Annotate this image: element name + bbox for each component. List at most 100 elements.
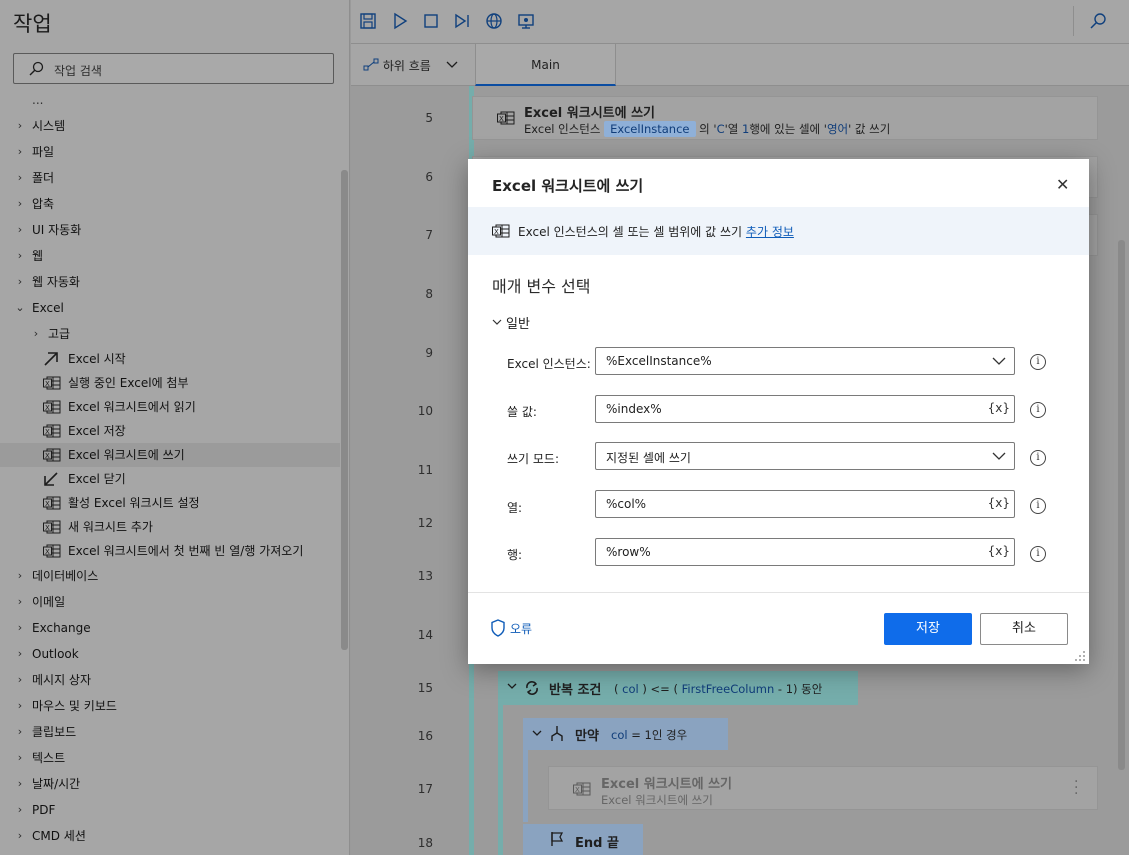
close-icon[interactable]: ✕ <box>1056 175 1069 194</box>
action-write-worksheet[interactable]: X Excel 워크시트에 쓰기 <box>0 443 340 467</box>
run-icon[interactable] <box>391 12 409 30</box>
learn-more-link[interactable]: 추가 정보 <box>746 225 794 239</box>
tree-item-email[interactable]: › 이메일 <box>0 589 340 615</box>
save-icon[interactable] <box>359 12 377 30</box>
branch-icon <box>551 726 563 741</box>
info-icon[interactable]: i <box>1030 546 1046 562</box>
tree-item-excel[interactable]: ⌄ Excel <box>0 295 340 321</box>
excel-icon: X <box>43 424 61 438</box>
loop-icon <box>526 681 538 695</box>
row-input[interactable]: %row% {x} <box>595 538 1015 566</box>
flag-icon <box>551 832 564 846</box>
chevron-right-icon: › <box>33 327 39 340</box>
param-label-value: 쓸 값: <box>507 405 537 419</box>
errors-toggle[interactable]: 오류 <box>490 619 532 637</box>
chevron-right-icon: › <box>17 275 23 288</box>
actions-scrollbar[interactable] <box>341 170 348 650</box>
chevron-down-icon <box>532 730 542 736</box>
resize-grip-icon[interactable] <box>1074 650 1086 662</box>
web-recorder-icon[interactable] <box>485 12 503 30</box>
tree-item-excel-advanced[interactable]: › 고급 <box>0 321 340 347</box>
excel-icon: X <box>43 496 61 510</box>
more-options-icon[interactable]: · · · <box>1074 775 1078 801</box>
chevron-right-icon: › <box>17 673 23 686</box>
tree-item-partial: ... <box>32 93 44 107</box>
action-close-excel[interactable]: Excel 닫기 <box>0 467 340 491</box>
stop-icon[interactable] <box>422 12 440 30</box>
line-number: 5 <box>425 111 433 125</box>
action-set-active-worksheet[interactable]: X 활성 Excel 워크시트 설정 <box>0 491 340 515</box>
variable-picker-button[interactable]: {x} <box>988 496 1010 510</box>
action-search-input[interactable]: 작업 검색 <box>13 53 334 84</box>
tree-item-web-automation[interactable]: › 웹 자동화 <box>0 269 340 295</box>
param-label-excel-instance: Excel 인스턴스: <box>507 357 591 371</box>
svg-text:X: X <box>45 428 50 436</box>
tree-item-message-boxes[interactable]: › 메시지 상자 <box>0 667 340 693</box>
cancel-button[interactable]: 취소 <box>980 613 1068 645</box>
subflows-dropdown[interactable]: 하위 흐름 <box>363 57 459 74</box>
flow-step-write-worksheet-disabled[interactable]: X Excel 워크시트에 쓰기 Excel 워크시트에 쓰기 · · · <box>548 766 1098 810</box>
tree-item-datetime[interactable]: › 날짜/시간 <box>0 771 340 797</box>
step-description: Excel 인스턴스 ExcelInstance 의 'C'열 1행에 있는 셀… <box>524 121 891 137</box>
desktop-recorder-icon[interactable] <box>517 12 535 30</box>
write-mode-select[interactable]: 지정된 셀에 쓰기 <box>595 442 1015 470</box>
subflows-label: 하위 흐름 <box>382 59 431 73</box>
chevron-down-icon <box>992 452 1006 460</box>
loop-body-gutter <box>498 705 503 855</box>
tree-item-text[interactable]: › 텍스트 <box>0 745 340 771</box>
actions-pane: 작업 작업 검색 ... › 시스템 › 파일 › 폴더 › 압축 › UI 자동화 › 웹… <box>0 0 350 855</box>
info-icon[interactable]: i <box>1030 354 1046 370</box>
variable-picker-button[interactable]: {x} <box>988 544 1010 558</box>
save-button[interactable]: 저장 <box>884 613 972 645</box>
excel-instance-select[interactable]: %ExcelInstance% <box>595 347 1015 375</box>
tree-item-mouse-keyboard[interactable]: › 마우스 및 키보드 <box>0 693 340 719</box>
svg-text:X: X <box>45 500 50 508</box>
tree-item-database[interactable]: › 데이터베이스 <box>0 563 340 589</box>
info-icon[interactable]: i <box>1030 450 1046 466</box>
step-icon[interactable] <box>453 12 471 30</box>
excel-icon: X <box>43 400 61 414</box>
chevron-down-icon <box>446 61 458 68</box>
if-condition-row[interactable]: 만약 col = 1인 경우 <box>523 718 728 750</box>
action-attach-excel[interactable]: X 실행 중인 Excel에 첨부 <box>0 371 340 395</box>
line-number: 10 <box>417 404 433 418</box>
chevron-right-icon: › <box>17 621 23 634</box>
section-title: 매개 변수 선택 <box>492 277 591 296</box>
action-get-first-free-column-row[interactable]: X Excel 워크시트에서 첫 번째 빈 열/행 가져오기 <box>0 539 340 563</box>
line-number: 16 <box>417 729 433 743</box>
canvas-scrollbar[interactable] <box>1118 240 1125 770</box>
chevron-right-icon: › <box>17 171 23 184</box>
tree-item-pdf[interactable]: › PDF <box>0 797 340 823</box>
chevron-right-icon: › <box>17 777 23 790</box>
value-to-write-input[interactable]: %index% {x} <box>595 395 1015 423</box>
line-number: 13 <box>417 569 433 583</box>
tree-item-file[interactable]: › 파일 <box>0 139 340 165</box>
loop-condition-row[interactable]: 반복 조건 ( col ) <= ( FirstFreeColumn - 1) … <box>498 671 858 705</box>
tree-item-ui-automation[interactable]: › UI 자동화 <box>0 217 340 243</box>
line-number: 18 <box>417 836 433 850</box>
tree-item-folder[interactable]: › 폴더 <box>0 165 340 191</box>
column-input[interactable]: %col% {x} <box>595 490 1015 518</box>
info-text: Excel 인스턴스의 셀 또는 셀 범위에 값 쓰기 <box>518 225 743 239</box>
search-icon[interactable] <box>1089 12 1107 30</box>
tree-item-clipboard[interactable]: › 클립보드 <box>0 719 340 745</box>
line-number: 14 <box>417 628 433 642</box>
action-add-worksheet[interactable]: X 새 워크시트 추가 <box>0 515 340 539</box>
tree-item-system[interactable]: › 시스템 <box>0 113 340 139</box>
tree-item-web[interactable]: › 웹 <box>0 243 340 269</box>
flow-step-write-worksheet[interactable]: X Excel 워크시트에 쓰기 Excel 인스턴스 ExcelInstanc… <box>472 96 1098 140</box>
info-icon[interactable]: i <box>1030 402 1046 418</box>
chevron-down-icon <box>492 319 502 325</box>
action-launch-excel[interactable]: Excel 시작 <box>0 347 340 371</box>
general-group-toggle[interactable]: 일반 <box>492 313 530 332</box>
tree-item-compression[interactable]: › 압축 <box>0 191 340 217</box>
info-icon[interactable]: i <box>1030 498 1046 514</box>
tree-item-outlook[interactable]: › Outlook <box>0 641 340 667</box>
variable-picker-button[interactable]: {x} <box>988 401 1010 415</box>
action-save-excel[interactable]: X Excel 저장 <box>0 419 340 443</box>
end-block-row[interactable]: End 끝 <box>523 824 643 855</box>
tab-main[interactable]: Main <box>475 44 616 86</box>
action-read-worksheet[interactable]: X Excel 워크시트에서 읽기 <box>0 395 340 419</box>
tree-item-exchange[interactable]: › Exchange <box>0 615 340 641</box>
tree-item-cmd-session[interactable]: › CMD 세션 <box>0 823 340 849</box>
